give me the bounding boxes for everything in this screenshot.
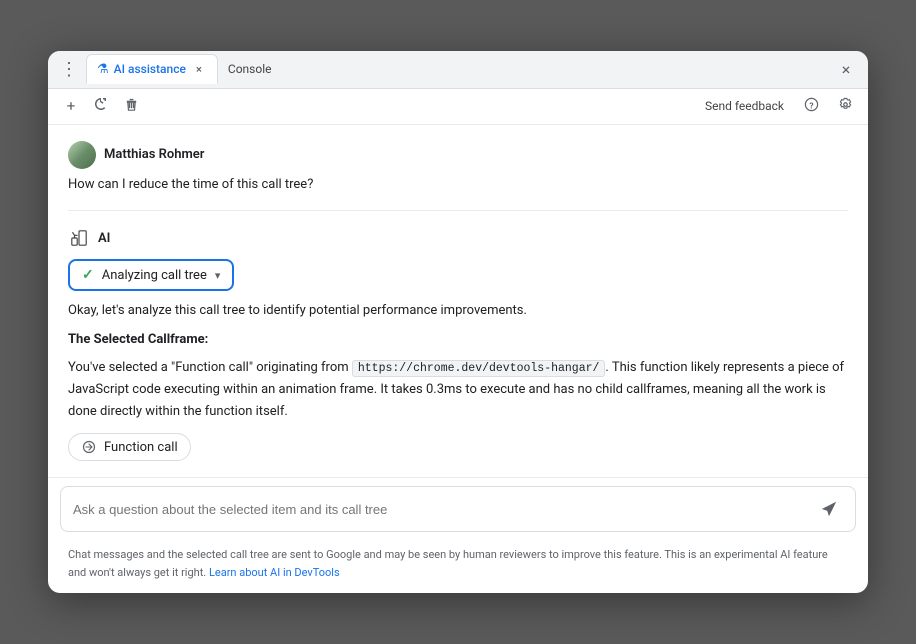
- footer-link[interactable]: Learn about AI in DevTools: [209, 566, 340, 579]
- ai-section-title: The Selected Callframe:: [68, 332, 848, 347]
- tab-console-label: Console: [228, 62, 272, 76]
- devtools-window: ⋮ ⚗ AI assistance × Console × +: [48, 51, 868, 594]
- help-button[interactable]: ?: [798, 93, 824, 119]
- ai-assistance-tab-icon: ⚗: [97, 62, 109, 77]
- ai-intro: Okay, let's analyze this call tree to id…: [68, 301, 848, 322]
- panel-menu-icon[interactable]: ⋮: [56, 59, 82, 80]
- function-call-text: Function call: [104, 440, 178, 455]
- tab-ai-assistance-label: AI assistance: [114, 62, 186, 76]
- ai-message: AI ✓ Analyzing call tree ▾ Okay, let's a…: [68, 227, 848, 461]
- chevron-down-icon: ▾: [215, 269, 221, 282]
- inline-code: https://chrome.dev/devtools-hangar/: [352, 360, 606, 377]
- toolbar-right: Send feedback ?: [699, 93, 858, 119]
- ai-body-part1: You've selected a "Function call" origin…: [68, 360, 352, 375]
- gear-icon: [838, 97, 853, 116]
- footer-text: Chat messages and the selected call tree…: [68, 548, 828, 579]
- send-feedback-button[interactable]: Send feedback: [699, 95, 790, 117]
- add-icon: +: [67, 97, 76, 115]
- footer: Chat messages and the selected call tree…: [48, 540, 868, 593]
- history-button[interactable]: [88, 93, 114, 119]
- user-header: Matthias Rohmer: [68, 141, 848, 169]
- ai-content: Okay, let's analyze this call tree to id…: [68, 301, 848, 461]
- check-icon: ✓: [82, 267, 94, 283]
- avatar: [68, 141, 96, 169]
- function-call-pill[interactable]: Function call: [68, 433, 191, 461]
- ai-body-text: You've selected a "Function call" origin…: [68, 357, 848, 423]
- tab-ai-assistance-close[interactable]: ×: [191, 61, 207, 77]
- username: Matthias Rohmer: [104, 147, 204, 162]
- window-close-button[interactable]: ×: [832, 55, 860, 83]
- add-button[interactable]: +: [58, 93, 84, 119]
- trash-button[interactable]: [118, 93, 144, 119]
- ai-label: AI: [98, 231, 110, 246]
- analyzing-text: Analyzing call tree: [102, 268, 207, 283]
- settings-button[interactable]: [832, 93, 858, 119]
- user-message: Matthias Rohmer How can I reduce the tim…: [68, 141, 848, 195]
- chat-input[interactable]: [73, 502, 807, 517]
- toolbar: +: [48, 89, 868, 125]
- chat-area: Matthias Rohmer How can I reduce the tim…: [48, 125, 868, 478]
- function-call-icon: [81, 439, 97, 455]
- tab-bar: ⋮ ⚗ AI assistance × Console ×: [48, 51, 868, 89]
- send-button[interactable]: [815, 495, 843, 523]
- user-message-text: How can I reduce the time of this call t…: [68, 175, 848, 195]
- svg-text:?: ?: [809, 101, 813, 111]
- analyzing-pill[interactable]: ✓ Analyzing call tree ▾: [68, 259, 234, 291]
- tab-console[interactable]: Console: [218, 56, 282, 82]
- tab-ai-assistance[interactable]: ⚗ AI assistance ×: [86, 54, 218, 84]
- trash-icon: [124, 97, 139, 116]
- input-row: [60, 486, 856, 532]
- input-area: [48, 477, 868, 540]
- ai-icon: [68, 227, 90, 249]
- message-divider: [68, 210, 848, 211]
- history-icon: [93, 96, 109, 116]
- ai-header: AI: [68, 227, 848, 249]
- help-icon: ?: [804, 97, 819, 116]
